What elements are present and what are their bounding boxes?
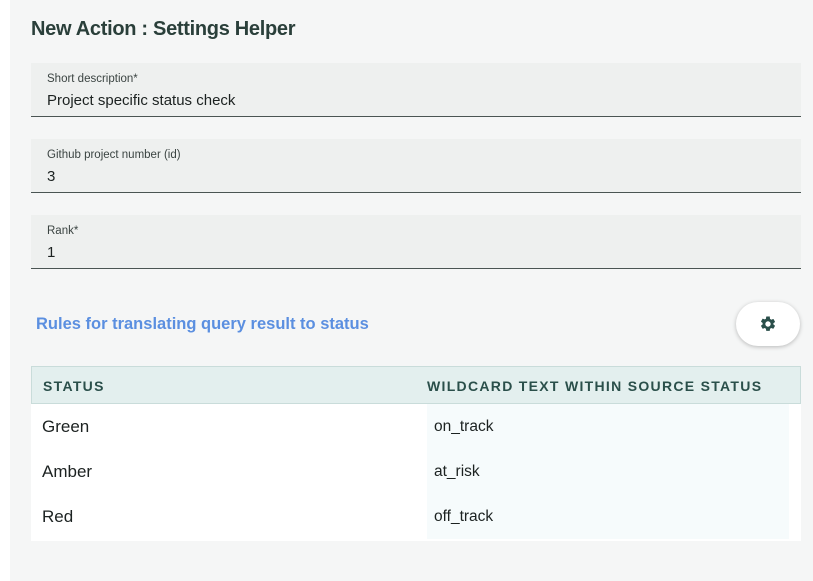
github-project-number-label: Github project number (id) xyxy=(47,149,181,161)
github-project-number-field[interactable]: Github project number (id) xyxy=(31,139,801,193)
short-description-field[interactable]: Short description* xyxy=(31,63,801,117)
rules-section-title: Rules for translating query result to st… xyxy=(36,315,369,333)
status-cell: Green xyxy=(42,417,90,436)
status-cell: Amber xyxy=(42,462,93,481)
rank-field[interactable]: Rank* xyxy=(31,215,801,269)
short-description-label: Short description* xyxy=(47,73,138,85)
page-title: New Action : Settings Helper xyxy=(31,18,296,40)
rank-label: Rank* xyxy=(47,225,79,237)
short-description-input[interactable] xyxy=(47,92,777,109)
table-row: Green on_track xyxy=(31,404,801,449)
wildcard-cell[interactable]: on_track xyxy=(427,404,789,449)
table-row: Red off_track xyxy=(31,494,801,539)
settings-helper-panel: New Action : Settings Helper Short descr… xyxy=(10,0,813,581)
wildcard-cell-text: on_track xyxy=(434,418,494,435)
rank-input[interactable] xyxy=(47,244,777,261)
column-header-wildcard: WILDCARD TEXT WITHIN SOURCE STATUS xyxy=(427,378,763,394)
status-cell: Red xyxy=(42,507,74,526)
rules-settings-button[interactable] xyxy=(736,302,800,346)
wildcard-cell-text: off_track xyxy=(434,508,494,525)
table-header: STATUS WILDCARD TEXT WITHIN SOURCE STATU… xyxy=(31,366,801,404)
wildcard-cell[interactable]: at_risk xyxy=(427,449,789,494)
status-rules-table: STATUS WILDCARD TEXT WITHIN SOURCE STATU… xyxy=(31,366,801,541)
github-project-number-input[interactable] xyxy=(47,168,777,185)
column-header-status: STATUS xyxy=(43,378,105,394)
table-row: Amber at_risk xyxy=(31,449,801,494)
wildcard-cell-text: at_risk xyxy=(434,463,480,480)
gear-icon xyxy=(760,316,776,331)
wildcard-cell[interactable]: off_track xyxy=(427,494,789,539)
